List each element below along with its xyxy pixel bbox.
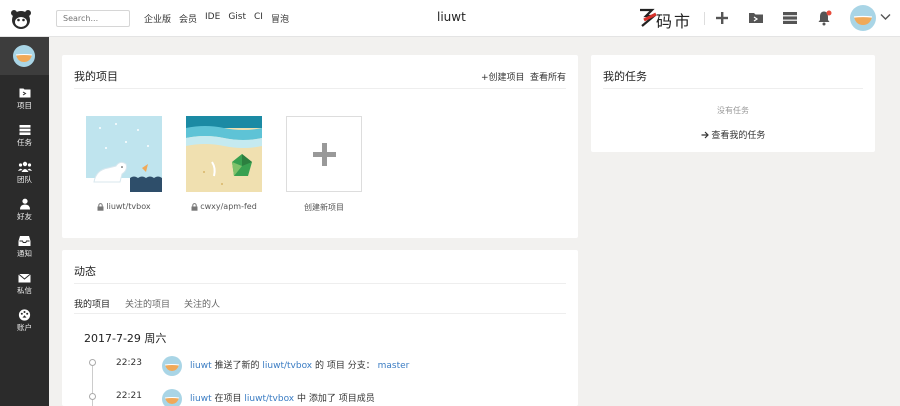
nav-member[interactable]: 会员 [179, 12, 197, 25]
event-tail: 中 添加了 项目成员 [297, 394, 375, 404]
sidebar-item-label: 项目 [17, 101, 32, 110]
project-tile-tvbox[interactable]: liuwt/tvbox [86, 116, 162, 211]
avatar[interactable] [162, 389, 182, 406]
sidebar-item-label: 任务 [17, 138, 32, 147]
event-branch-link[interactable]: master [378, 361, 410, 371]
avatar[interactable] [162, 356, 182, 376]
sidebar-item-label: 通知 [17, 249, 32, 258]
event-tail: 的 项目 分支： [315, 361, 375, 371]
sidebar-item-friend[interactable]: 好友 [0, 194, 49, 230]
page-title: liuwt [437, 10, 466, 24]
event-text: liuwt 推送了新的 liuwt/tvbox 的 项目 分支： master [190, 358, 409, 371]
timeline-dot [89, 393, 96, 400]
lock-icon [191, 202, 198, 211]
top-bar: 企业版 会员 IDE Gist CI 冒泡 liuwt 码市 [0, 0, 900, 37]
sidebar-item-project[interactable]: 项目 [0, 83, 49, 119]
project-thumbnail [86, 116, 162, 192]
project-icon [19, 88, 30, 98]
divider [74, 313, 566, 314]
timeline-dot [89, 359, 96, 366]
folder-icon[interactable] [748, 10, 764, 26]
event-action: 在项目 [214, 394, 242, 404]
event-action: 推送了新的 [214, 361, 260, 371]
sidebar-item-label: 团队 [17, 175, 32, 184]
avatar [13, 45, 35, 67]
event-project-link[interactable]: liuwt/tvbox [244, 394, 294, 404]
arrow-right-icon [701, 131, 709, 139]
project-thumbnail [186, 116, 262, 192]
projects-card: 我的项目 +创建项目 查看所有 liuwt/tvbox cwxy/apm-fed… [62, 55, 578, 238]
event-time: 22:21 [116, 391, 142, 401]
activity-date: 2017-7-29 周六 [84, 332, 167, 345]
card-title: 动态 [74, 265, 96, 278]
nav-enterprise[interactable]: 企业版 [144, 12, 171, 25]
bell-icon[interactable] [816, 10, 832, 26]
sidebar-avatar[interactable] [0, 37, 49, 75]
top-nav: 企业版 会员 IDE Gist CI 冒泡 [144, 12, 297, 25]
sidebar-item-account[interactable]: 账户 [0, 305, 49, 341]
brand-text: 码市 [656, 12, 693, 31]
sidebar-item-notification[interactable]: 通知 [0, 231, 49, 267]
project-tile-apm-fed[interactable]: cwxy/apm-fed [186, 116, 262, 211]
tab-followed-projects[interactable]: 关注的项目 [125, 297, 170, 310]
inbox-icon [18, 236, 31, 246]
new-project-tile[interactable]: 创建新项目 [286, 116, 362, 213]
sidebar-item-task[interactable]: 任务 [0, 120, 49, 156]
nav-ide[interactable]: IDE [205, 12, 220, 25]
notification-dot [826, 10, 832, 16]
avatar[interactable] [850, 5, 876, 31]
sidebar-item-message[interactable]: 私信 [0, 268, 49, 304]
event-project-link[interactable]: liuwt/tvbox [262, 361, 312, 371]
sidebar-item-label: 好友 [17, 212, 32, 221]
nav-ci[interactable]: CI [254, 12, 263, 25]
nav-bubble[interactable]: 冒泡 [271, 12, 289, 25]
new-project-label: 创建新项目 [304, 203, 344, 212]
create-project-link[interactable]: +创建项目 [481, 70, 525, 83]
divider [74, 283, 566, 284]
palette-icon [18, 309, 31, 321]
divider [74, 88, 566, 89]
activity-card: 动态 [62, 250, 578, 406]
mart-brand-logo[interactable]: 码市 [638, 5, 698, 31]
event-time: 22:23 [116, 358, 142, 368]
mart-logo-icon [640, 8, 658, 27]
server-icon[interactable] [782, 10, 798, 26]
mail-icon [18, 273, 31, 283]
sidebar-item-label: 私信 [17, 286, 32, 295]
sidebar-item-label: 账户 [17, 323, 32, 332]
divider [603, 88, 863, 89]
plus-icon[interactable] [714, 10, 730, 26]
event-user-link[interactable]: liuwt [190, 394, 212, 404]
team-icon [17, 161, 32, 172]
view-all-projects-link[interactable]: 查看所有 [530, 70, 566, 83]
nav-gist[interactable]: Gist [228, 12, 246, 25]
tasks-card: 我的任务 没有任务 查看我的任务 [591, 55, 875, 152]
divider [704, 12, 705, 25]
project-name: liuwt/tvbox [86, 202, 162, 211]
event-user-link[interactable]: liuwt [190, 361, 212, 371]
sidebar: 项目 任务 团队 好友 通知 私信 账户 [0, 37, 49, 406]
card-title: 我的项目 [74, 70, 118, 83]
new-project-box [286, 116, 362, 192]
view-my-tasks-link[interactable]: 查看我的任务 [591, 128, 875, 141]
task-icon [19, 125, 30, 135]
tab-my-projects[interactable]: 我的项目 [74, 297, 110, 310]
coding-logo-icon[interactable] [10, 8, 32, 30]
card-title: 我的任务 [603, 70, 647, 83]
tab-followed-people[interactable]: 关注的人 [184, 297, 220, 310]
sidebar-item-team[interactable]: 团队 [0, 157, 49, 193]
lock-icon [97, 202, 104, 211]
project-name: cwxy/apm-fed [186, 202, 262, 211]
friend-icon [19, 198, 30, 210]
event-text: liuwt 在项目 liuwt/tvbox 中 添加了 项目成员 [190, 391, 375, 404]
chevron-down-icon[interactable] [880, 13, 891, 21]
empty-tasks-text: 没有任务 [717, 106, 749, 115]
search-input[interactable] [56, 10, 130, 27]
